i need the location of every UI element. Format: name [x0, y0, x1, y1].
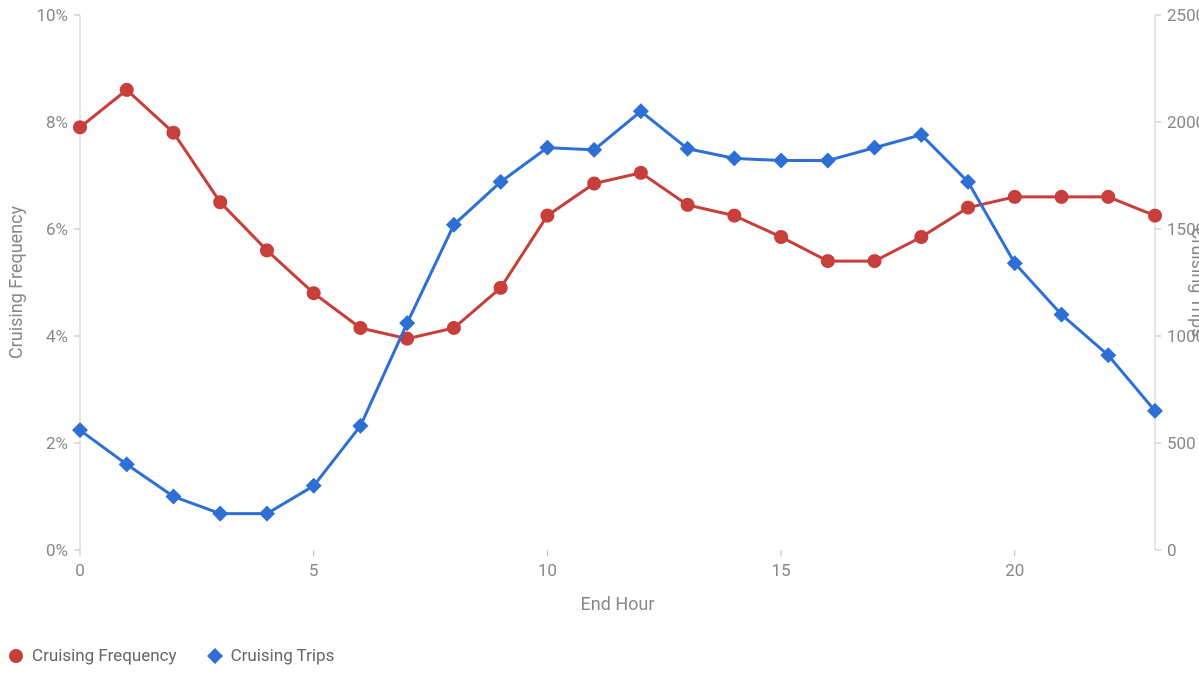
y-right-tick: 2000 — [1167, 113, 1199, 133]
data-point-circle — [166, 126, 180, 140]
data-point-circle — [540, 209, 554, 223]
data-point-circle — [821, 254, 835, 268]
data-point-circle — [447, 321, 461, 335]
y-left-tick: 10% — [36, 6, 68, 26]
x-tick: 0 — [75, 561, 85, 581]
data-point-circle — [307, 286, 321, 300]
series-line — [80, 111, 1155, 513]
data-point-diamond — [212, 506, 228, 522]
data-point-circle — [1148, 209, 1162, 223]
data-point-circle — [961, 201, 975, 215]
dual-axis-line-chart: 0%2%4%6%8%10%050010001500200025000510152… — [0, 0, 1199, 674]
series-line — [80, 90, 1155, 339]
y-left-tick: 8% — [46, 113, 68, 133]
data-point-diamond — [259, 506, 275, 522]
y-left-tick: 4% — [46, 327, 68, 347]
data-point-circle — [634, 166, 648, 180]
data-point-diamond — [726, 150, 742, 166]
y-left-tick: 6% — [46, 220, 68, 240]
data-point-circle — [260, 243, 274, 257]
data-point-diamond — [773, 153, 789, 169]
x-axis-label: End Hour — [581, 594, 655, 615]
data-point-circle — [213, 195, 227, 209]
data-point-circle — [353, 321, 367, 335]
diamond-icon — [207, 648, 223, 664]
legend-item-trips: Cruising Trips — [207, 646, 335, 666]
y-left-axis-label: Cruising Frequency — [6, 205, 27, 359]
legend: Cruising Frequency Cruising Trips — [0, 646, 334, 666]
data-point-circle — [681, 198, 695, 212]
y-left-tick: 0% — [46, 541, 68, 561]
data-point-circle — [774, 230, 788, 244]
legend-label: Cruising Trips — [231, 646, 335, 666]
x-tick: 5 — [309, 561, 319, 581]
data-point-circle — [868, 254, 882, 268]
data-point-diamond — [399, 315, 415, 331]
data-point-circle — [1101, 190, 1115, 204]
legend-item-frequency: Cruising Frequency — [8, 646, 177, 666]
x-tick: 10 — [538, 561, 557, 581]
data-point-circle — [727, 209, 741, 223]
circle-icon — [8, 648, 24, 664]
y-right-tick: 500 — [1167, 434, 1196, 454]
data-point-circle — [73, 120, 87, 134]
data-point-circle — [1055, 190, 1069, 204]
chart-container: 0%2%4%6%8%10%050010001500200025000510152… — [0, 0, 1199, 674]
y-right-axis-label: Cruising Trips — [1187, 228, 1199, 338]
y-right-tick: 0 — [1167, 541, 1177, 561]
x-tick: 15 — [772, 561, 791, 581]
data-point-diamond — [867, 140, 883, 156]
data-point-circle — [494, 281, 508, 295]
legend-label: Cruising Frequency — [32, 646, 177, 666]
x-tick: 20 — [1005, 561, 1024, 581]
data-point-circle — [914, 230, 928, 244]
data-point-circle — [120, 83, 134, 97]
data-point-circle — [587, 177, 601, 191]
data-point-circle — [1008, 190, 1022, 204]
y-left-tick: 2% — [46, 434, 68, 454]
data-point-diamond — [820, 153, 836, 169]
y-right-tick: 2500 — [1167, 6, 1199, 26]
